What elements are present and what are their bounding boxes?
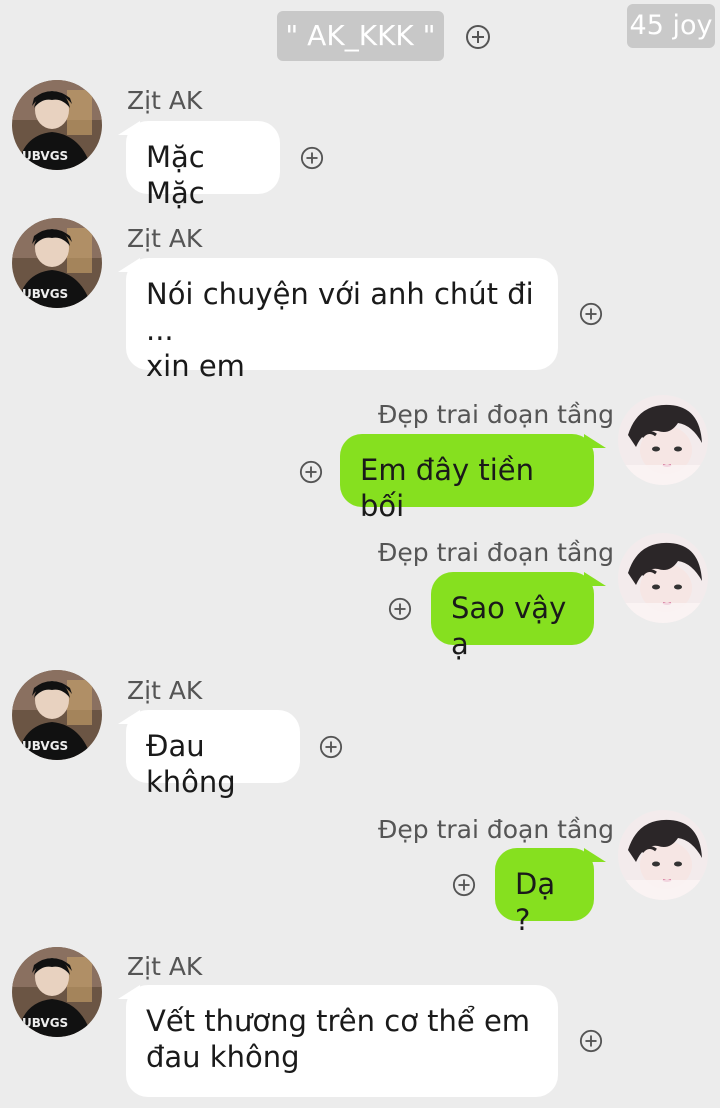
chat-title: " AK_KKK " — [277, 11, 444, 61]
avatar[interactable] — [618, 533, 708, 623]
sender-name: Zịt AK — [127, 86, 203, 115]
message-bubble[interactable]: Dạ ? — [495, 848, 594, 937]
plus-circle-icon[interactable] — [452, 873, 476, 897]
sender-name: Zịt AK — [127, 224, 203, 253]
sender-name: Zịt AK — [127, 676, 203, 705]
message-bubble[interactable]: Vết thương trên cơ thể em đau không — [126, 985, 558, 1097]
avatar[interactable] — [12, 218, 102, 308]
plus-circle-icon[interactable] — [388, 597, 412, 621]
plus-circle-icon[interactable] — [300, 146, 324, 170]
avatar[interactable] — [12, 947, 102, 1037]
sender-name: Zịt AK — [127, 952, 203, 981]
avatar[interactable] — [12, 80, 102, 170]
avatar[interactable] — [618, 395, 708, 485]
sender-name: Đẹp trai đoạn tầng — [378, 538, 614, 567]
sender-name: Đẹp trai đoạn tầng — [378, 815, 614, 844]
message-bubble[interactable]: Em đây tiền bối — [340, 434, 594, 523]
avatar[interactable] — [12, 670, 102, 760]
plus-circle-icon[interactable] — [299, 460, 323, 484]
sender-name: Đẹp trai đoạn tầng — [378, 400, 614, 429]
plus-circle-icon[interactable] — [319, 735, 343, 759]
message-bubble[interactable]: Đau không — [126, 710, 300, 799]
plus-circle-icon[interactable] — [579, 302, 603, 326]
watermark-badge: 45 joy — [627, 4, 715, 48]
message-bubble[interactable]: Mặc Mặc — [126, 121, 280, 210]
avatar[interactable] — [618, 810, 708, 900]
plus-circle-icon[interactable] — [465, 24, 491, 50]
plus-circle-icon[interactable] — [579, 1029, 603, 1053]
message-bubble[interactable]: Sao vậy ạ — [431, 572, 594, 661]
message-bubble[interactable]: Nói chuyện với anh chút đi ... xin em — [126, 258, 558, 383]
